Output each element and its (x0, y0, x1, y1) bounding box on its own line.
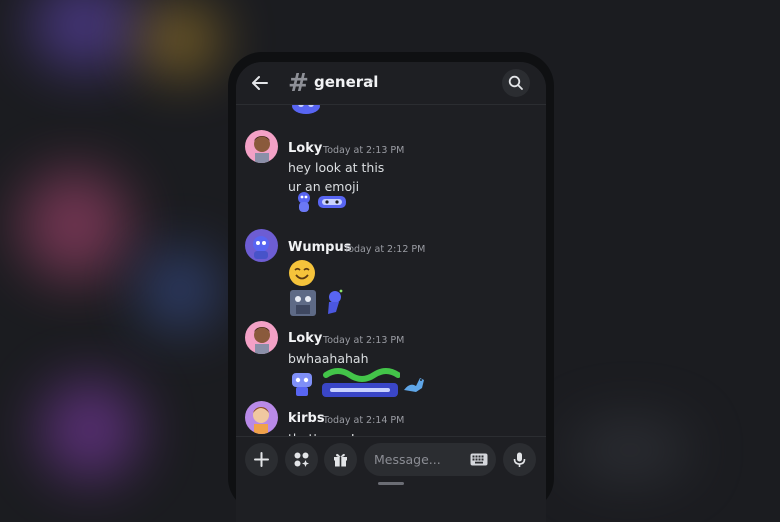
gift-button[interactable] (324, 443, 357, 476)
plus-icon (254, 452, 269, 467)
channel-header: # general › (236, 62, 546, 105)
keyboard-icon[interactable] (470, 453, 488, 466)
message-composer: Message... (236, 436, 546, 507)
message-input[interactable]: Message... (364, 443, 496, 476)
sticker-wumpus-blue (298, 192, 310, 212)
sticker-green-snake-banner (322, 368, 400, 397)
username[interactable]: Loky (288, 141, 322, 156)
timestamp: Today at 2:12 PM (344, 244, 426, 255)
chevron-right-icon: › (369, 74, 375, 89)
home-indicator (378, 482, 404, 485)
back-arrow-icon (252, 76, 268, 90)
sticker-robot-wumpus (292, 373, 312, 396)
sticker-smiling-emoji (289, 260, 315, 286)
gift-icon (334, 453, 347, 467)
message-placeholder: Message... (374, 452, 441, 467)
avatar[interactable] (245, 130, 278, 163)
sticker-robot-face (318, 196, 346, 208)
sticker-grey-robot (290, 290, 316, 316)
timestamp: Today at 2:14 PM (323, 415, 405, 426)
search-icon (508, 75, 523, 90)
back-button[interactable] (248, 71, 272, 95)
add-attachment-button[interactable] (245, 443, 278, 476)
message-text: bwhaahahah (288, 351, 369, 366)
phone-frame: # general › Loky Today at 2:13 PM hey lo… (228, 52, 554, 522)
chat-screen: # general › Loky Today at 2:13 PM hey lo… (236, 62, 546, 522)
microphone-icon (513, 452, 526, 467)
message-text: hey look at this (288, 160, 385, 175)
voice-message-button[interactable] (503, 443, 536, 476)
username[interactable]: Loky (288, 331, 322, 346)
search-button[interactable] (502, 69, 530, 97)
apps-icon (294, 452, 309, 467)
sticker-dinosaur (404, 378, 424, 392)
timestamp: Today at 2:13 PM (323, 335, 405, 346)
apps-button[interactable] (285, 443, 318, 476)
username[interactable]: Wumpus (288, 240, 351, 255)
avatar[interactable] (245, 401, 278, 434)
hash-icon: # (288, 68, 309, 97)
username[interactable]: kirbs (288, 411, 325, 426)
timestamp: Today at 2:13 PM (323, 145, 405, 156)
avatar[interactable] (245, 229, 278, 262)
sticker-running-wumpus (328, 289, 343, 314)
avatar[interactable] (245, 321, 278, 354)
